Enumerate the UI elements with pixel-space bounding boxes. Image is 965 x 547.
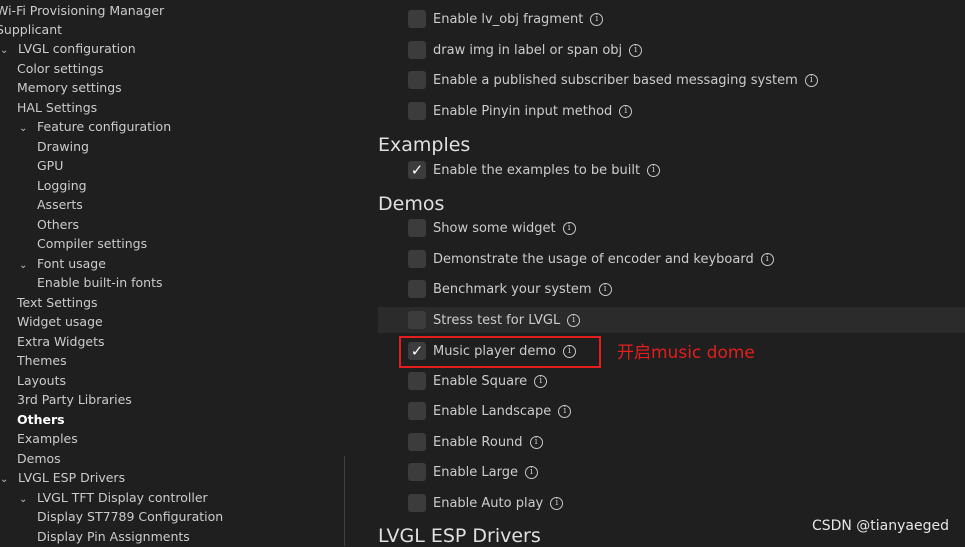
option-row[interactable]: Benchmark your system i <box>378 276 965 302</box>
tree-item-3rd-party[interactable]: 3rd Party Libraries <box>17 390 132 410</box>
tree-item-demos[interactable]: Demos <box>17 449 61 469</box>
section-heading-demos: Demos <box>378 193 445 215</box>
sidebar-scrollbar[interactable] <box>344 456 345 546</box>
tree-item-tft-controller[interactable]: ⌄ LVGL TFT Display controller <box>19 488 208 508</box>
info-icon[interactable]: i <box>562 221 576 235</box>
checkbox[interactable] <box>408 71 426 89</box>
option-label: Demonstrate the usage of encoder and key… <box>433 251 754 267</box>
info-icon[interactable]: i <box>629 43 643 57</box>
tree-item-drawing[interactable]: Drawing <box>37 137 89 157</box>
tree-item-gpu[interactable]: GPU <box>37 156 63 176</box>
option-label: Stress test for LVGL <box>433 312 561 328</box>
info-icon[interactable]: i <box>529 435 543 449</box>
option-label: Enable Round <box>433 434 523 450</box>
option-label: Enable Auto play <box>433 495 544 511</box>
option-label: draw img in label or span obj <box>433 42 623 58</box>
info-icon[interactable]: i <box>590 12 604 26</box>
option-row[interactable]: Enable Auto play i <box>378 490 965 516</box>
section-heading-lvgl-esp-drivers: LVGL ESP Drivers <box>378 525 541 547</box>
chevron-down-icon[interactable]: ⌄ <box>19 119 31 139</box>
tree-item-compiler-settings[interactable]: Compiler settings <box>37 234 147 254</box>
tree-item-others-active[interactable]: Others <box>17 410 65 430</box>
tree-item-supplicant[interactable]: Supplicant <box>0 20 62 40</box>
option-row[interactable]: Show some widget i <box>378 215 965 241</box>
checkbox[interactable] <box>408 372 426 390</box>
annotation-text: 开启music dome <box>617 343 755 363</box>
info-icon[interactable]: i <box>760 252 774 266</box>
option-row[interactable]: Enable Landscape i <box>378 398 965 424</box>
tree-item-text-settings[interactable]: Text Settings <box>17 293 98 313</box>
tree-item-builtin-fonts[interactable]: Enable built-in fonts <box>37 273 163 293</box>
option-label: Enable Large <box>433 464 518 480</box>
option-row[interactable]: Enable Round i <box>378 429 965 455</box>
checkbox[interactable] <box>408 494 426 512</box>
info-icon[interactable]: i <box>558 404 572 418</box>
info-icon[interactable]: i <box>619 104 633 118</box>
info-icon[interactable]: i <box>598 282 612 296</box>
section-heading-examples: Examples <box>378 134 471 156</box>
tree-item-asserts[interactable]: Asserts <box>37 195 83 215</box>
option-row[interactable]: Stress test for LVGL i <box>378 307 965 333</box>
info-icon[interactable]: i <box>804 73 818 87</box>
chevron-down-icon[interactable]: ⌄ <box>0 41 12 61</box>
checkbox[interactable] <box>408 102 426 120</box>
tree-item-lvgl-configuration[interactable]: ⌄ LVGL configuration <box>0 39 136 59</box>
checkbox[interactable] <box>408 433 426 451</box>
highlight-box <box>399 336 601 368</box>
tree-item-lvgl-esp-drivers[interactable]: ⌄ LVGL ESP Drivers <box>0 468 125 488</box>
tree-item-feature-configuration[interactable]: ⌄ Feature configuration <box>19 117 171 137</box>
checkbox[interactable] <box>408 463 426 481</box>
info-icon[interactable]: i <box>534 374 548 388</box>
tree-item-color-settings[interactable]: Color settings <box>17 59 103 79</box>
option-label: Enable lv_obj fragment <box>433 11 584 27</box>
checkbox[interactable] <box>408 402 426 420</box>
option-label: Show some widget <box>433 220 556 236</box>
tree-item-font-usage[interactable]: ⌄ Font usage <box>19 254 106 274</box>
tree-item-others-feature[interactable]: Others <box>37 215 79 235</box>
settings-panel: Enable lv_obj fragment i draw img in lab… <box>370 0 965 547</box>
option-label: Benchmark your system <box>433 281 592 297</box>
checkbox[interactable] <box>408 280 426 298</box>
tree-item-logging[interactable]: Logging <box>37 176 87 196</box>
option-label: Enable the examples to be built <box>433 162 641 178</box>
option-label: Enable Landscape <box>433 403 552 419</box>
checkbox[interactable] <box>408 311 426 329</box>
tree-item-memory-settings[interactable]: Memory settings <box>17 78 122 98</box>
info-icon[interactable]: i <box>647 163 661 177</box>
option-label: Enable Square <box>433 373 528 389</box>
tree-item-wifi-prov[interactable]: Wi-Fi Provisioning Manager <box>0 1 164 21</box>
option-row[interactable]: draw img in label or span obj i <box>378 37 965 63</box>
tree-item-st7789-config[interactable]: Display ST7789 Configuration <box>37 507 223 527</box>
tree-item-examples[interactable]: Examples <box>17 429 78 449</box>
option-row[interactable]: Enable Pinyin input method i <box>378 98 965 124</box>
tree-item-extra-widgets[interactable]: Extra Widgets <box>17 332 105 352</box>
tree-item-hal-settings[interactable]: HAL Settings <box>17 98 97 118</box>
info-icon[interactable]: i <box>567 313 581 327</box>
checkbox[interactable] <box>408 41 426 59</box>
option-row[interactable]: Enable a published subscriber based mess… <box>378 67 965 93</box>
option-row[interactable]: Demonstrate the usage of encoder and key… <box>378 246 965 272</box>
checkbox[interactable] <box>408 250 426 268</box>
checkbox-checked[interactable]: ✓ <box>408 161 426 179</box>
chevron-down-icon[interactable]: ⌄ <box>19 490 31 510</box>
checkbox[interactable] <box>408 219 426 237</box>
checkbox[interactable] <box>408 10 426 28</box>
option-row[interactable]: Enable Square i <box>378 368 965 394</box>
option-row[interactable]: Enable lv_obj fragment i <box>378 6 965 32</box>
chevron-down-icon[interactable]: ⌄ <box>19 256 31 276</box>
option-label: Enable Pinyin input method <box>433 103 613 119</box>
info-icon[interactable]: i <box>550 496 564 510</box>
tree-item-layouts[interactable]: Layouts <box>17 371 66 391</box>
tree-item-themes[interactable]: Themes <box>17 351 67 371</box>
watermark: CSDN @tianyaeged <box>811 518 949 534</box>
tree-item-widget-usage[interactable]: Widget usage <box>17 312 103 332</box>
option-row[interactable]: ✓ Enable the examples to be built i <box>378 157 965 183</box>
option-label: Enable a published subscriber based mess… <box>433 72 798 88</box>
option-row[interactable]: Enable Large i <box>378 459 965 485</box>
settings-tree: Wi-Fi Provisioning Manager Supplicant ⌄ L… <box>0 0 345 546</box>
chevron-down-icon[interactable]: ⌄ <box>0 470 12 490</box>
info-icon[interactable]: i <box>525 465 538 479</box>
tree-item-pin-assignments[interactable]: Display Pin Assignments <box>37 527 190 546</box>
